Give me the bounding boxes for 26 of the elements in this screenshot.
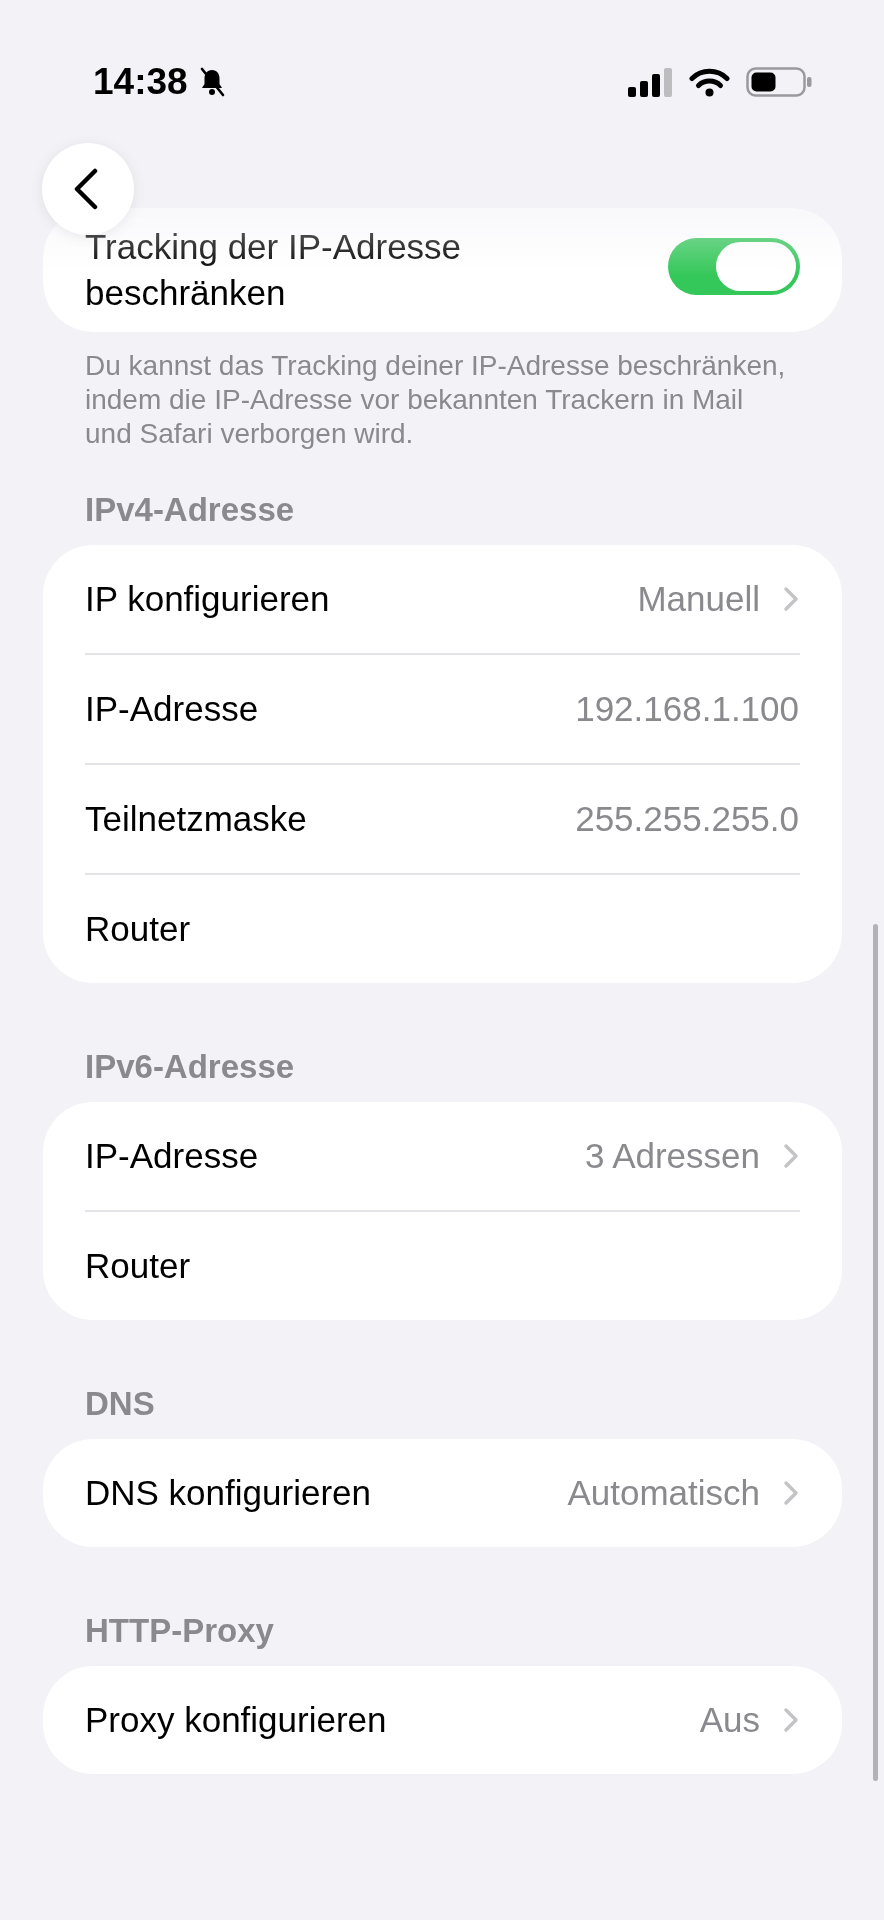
settings-row[interactable]: IP-Adresse 3 Adressen [43,1102,842,1210]
row-label: Teilnetzmaske [85,798,308,840]
row-label: IP-Adresse [85,688,260,730]
chevron-right-icon [783,1480,799,1506]
settings-row[interactable]: Proxy konfigurieren Aus [43,1666,842,1774]
chevron-right-icon [783,1707,799,1733]
status-time: 14:38 [93,62,188,102]
row-label: Router [85,908,192,950]
section-header: IPv6-Adresse [85,1047,295,1087]
toggle-switch[interactable] [668,237,800,295]
section-header: DNS [85,1384,155,1424]
battery-icon [746,67,812,97]
settings-row[interactable]: DNS konfigurieren Automatisch [43,1439,842,1547]
section-header: HTTP-Proxy [85,1611,274,1651]
chevron-right-icon [783,586,799,612]
chevron-right-icon [783,1143,799,1169]
signal-icon [628,67,673,97]
section-footer-text: Du kannst das Tracking deiner IP-Adresse beschränken, indem die IP-Adresse vor bekannten Trackern in Mail und Safari verborgen wird. [85,349,787,451]
section-header: IPv4-Adresse [85,490,295,530]
chevron-left-icon [73,168,99,210]
row-label: Router [85,1245,192,1287]
settings-row[interactable]: IP konfigurieren Manuell [43,545,842,653]
toggle-label: Tracking der IP-Adresse beschränken [85,226,463,314]
wifi-icon [689,67,730,97]
row-value: 255.255.255.0 [575,798,799,840]
row-value: 192.168.1.100 [575,688,799,730]
